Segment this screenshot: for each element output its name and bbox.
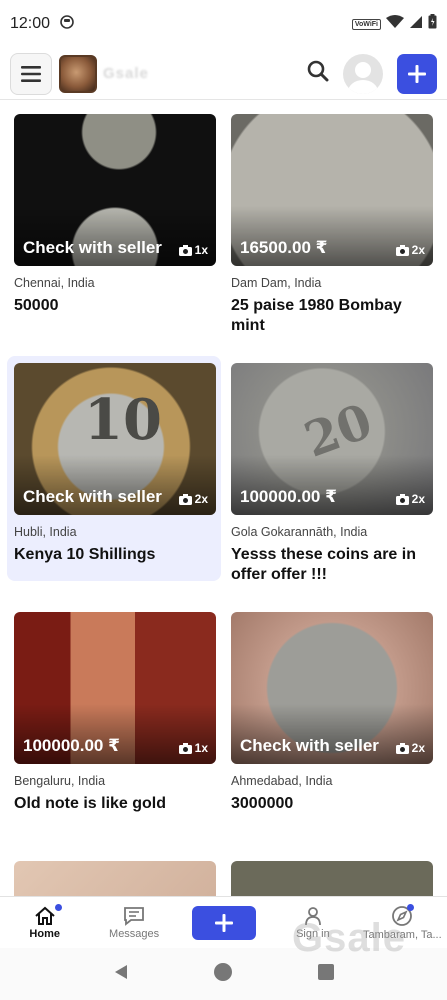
message-icon [124,906,145,926]
vowifi-icon: VoWiFi [351,18,381,30]
listing-card[interactable]: 16500.00 ₹ 2x Dam Dam, India 25 paise 19… [224,107,438,347]
wifi-icon [386,14,404,34]
home-circle-icon[interactable] [213,962,233,987]
nav-messages-label: Messages [109,927,160,940]
search-icon [307,60,329,82]
photo-count-label: 1x [194,741,208,755]
app-header: Gsale [0,48,447,100]
photo-count: 1x [178,243,208,257]
photo-count: 1x [178,741,208,755]
listing-location: Ahmedabad, India [231,774,333,788]
photo-count-label: 2x [411,243,425,257]
photo-count-label: 2x [411,741,425,755]
listing-location: Hubli, India [14,525,77,539]
back-icon[interactable] [112,963,130,986]
listing-title: Kenya 10 Shillings [14,546,156,563]
listing-card[interactable]: 100000.00 ₹ 1x Bengaluru, India Old note… [7,605,221,845]
listing-price: 100000.00 ₹ [23,736,120,755]
listing-card[interactable] [7,854,221,896]
photo-count-label: 1x [194,243,208,257]
home-icon [35,906,55,925]
listing-title: Old note is like gold [14,795,167,812]
listing-image [14,861,216,896]
hamburger-icon [21,65,41,82]
nav-add[interactable] [179,897,268,948]
listing-image: Check with seller 1x [14,114,216,266]
menu-button[interactable] [10,52,52,95]
listing-location: Bengaluru, India [14,774,106,788]
listing-card[interactable]: Check with seller 2x Ahmedabad, India 30… [224,605,438,845]
add-listing-button[interactable] [397,53,437,94]
notification-dot [406,904,414,911]
notification-icon [60,14,74,34]
battery-icon [428,14,437,34]
listing-image: 20 100000.00 ₹ 2x [231,363,433,515]
nav-messages[interactable]: Messages [89,897,178,948]
status-bar: 12:00 VoWiFi [0,0,447,48]
nav-home[interactable]: Home [0,897,89,948]
listing-image: Check with seller 2x [231,612,433,764]
app-logo[interactable] [59,54,97,93]
photo-count: 2x [395,243,425,257]
photo-count-label: 2x [194,492,208,506]
photo-count: 2x [178,492,208,506]
camera-icon [178,742,192,754]
user-avatar[interactable] [343,53,383,94]
logo-text: Gsale [103,65,149,82]
listing-card[interactable]: 10 Check with seller 2x Hubli, India Ken… [7,356,221,581]
listing-image: 10 Check with seller 2x [14,363,216,515]
camera-icon [395,244,409,256]
listing-location: Gola Gokarannāth, India [231,525,368,539]
photo-count: 2x [395,741,425,755]
recents-icon[interactable] [317,963,335,986]
nav-add-button[interactable] [191,905,256,940]
listing-price: 16500.00 ₹ [240,238,328,257]
listing-image [231,861,433,896]
listing-card[interactable]: Check with seller 1x Chennai, India 5000… [7,107,221,347]
listing-title: 50000 [14,297,59,314]
listing-card[interactable]: 20 100000.00 ₹ 2x Gola Gokarannāth, Indi… [224,356,438,596]
camera-icon [178,493,192,505]
status-time: 12:00 [10,15,51,32]
listing-price: Check with seller [240,736,379,755]
camera-icon [395,742,409,754]
photo-count: 2x [395,492,425,506]
coin-numeral: 20 [297,393,380,469]
listing-price: Check with seller [23,238,162,257]
listing-card[interactable] [224,854,438,896]
coin-numeral: 10 [84,387,162,453]
listing-title: Yesss these coins are in offer offer !!! [231,546,416,583]
search-button[interactable] [307,60,329,87]
watermark-logo: Gsale [292,916,406,960]
plus-icon [408,64,426,83]
signal-icon [409,15,423,34]
listing-location: Chennai, India [14,276,95,290]
camera-icon [395,493,409,505]
plus-icon [214,913,233,932]
listing-title: 25 paise 1980 Bombay mint [231,297,402,334]
notification-dot [55,904,62,911]
nav-home-label: Home [29,927,60,940]
listing-price: Check with seller [23,487,162,506]
listing-price: 100000.00 ₹ [240,487,337,506]
listing-image: 100000.00 ₹ 1x [14,612,216,764]
listing-location: Dam Dam, India [231,276,322,290]
listings-grid: Check with seller 1x Chennai, India 5000… [0,101,447,896]
camera-icon [178,244,192,256]
listing-image: 16500.00 ₹ 2x [231,114,433,266]
listing-title: 3000000 [231,795,294,812]
photo-count-label: 2x [411,492,425,506]
